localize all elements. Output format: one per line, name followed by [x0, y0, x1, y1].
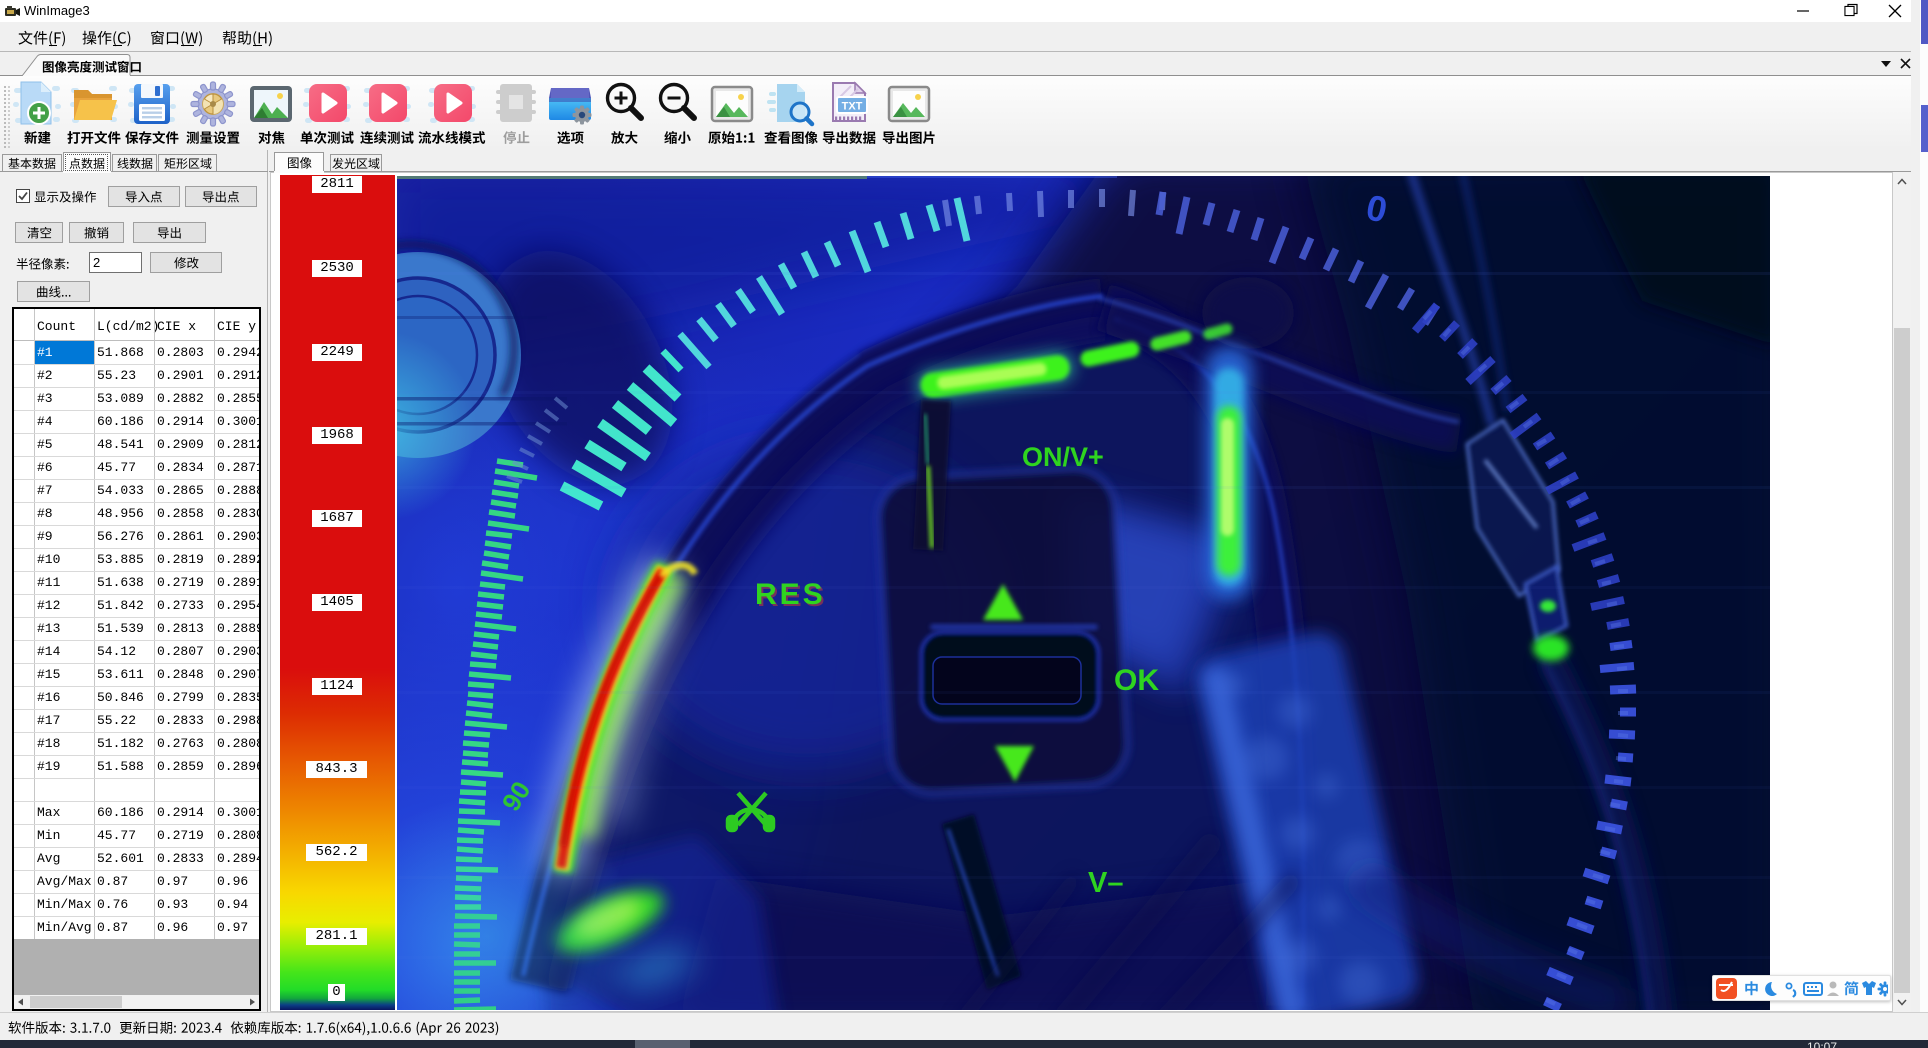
- svg-text:ON/V+: ON/V+: [1022, 442, 1104, 472]
- svg-text:V–: V–: [1088, 867, 1123, 899]
- svg-text:RES: RES: [755, 578, 826, 611]
- svg-text:TXT: TXT: [842, 101, 863, 113]
